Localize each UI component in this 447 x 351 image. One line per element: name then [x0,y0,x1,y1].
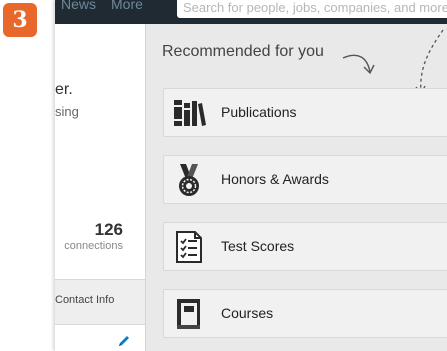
step-number-badge: 3 [3,3,37,37]
top-nav-bar: News More Search for people, jobs, compa… [55,0,447,24]
search-input[interactable]: Search for people, jobs, companies, and … [177,0,447,18]
books-icon [174,100,206,126]
linkedin-profile-screen: News More Search for people, jobs, compa… [55,0,447,351]
profile-headline: sing [55,104,79,119]
recommended-item-courses[interactable]: Courses [163,289,447,338]
connections-count[interactable]: 126 [95,220,123,240]
connections-label: connections [64,240,123,252]
profile-name: er. [55,81,73,98]
nav-more-link[interactable]: More [111,0,143,12]
search-placeholder: Search for people, jobs, companies, and … [183,0,447,15]
publications-label: Publications [221,104,297,120]
courses-label: Courses [221,305,274,321]
book-icon [177,299,200,329]
recommended-item-publications[interactable]: Publications [163,88,447,137]
profile-card: er. sing 126 connections Contact Info [55,24,146,351]
recommended-heading: Recommended for you [162,43,324,60]
checklist-icon [176,231,202,263]
honors-awards-label: Honors & Awards [221,171,329,187]
contact-info-label: Contact Info [55,294,115,306]
test-scores-label: Test Scores [221,238,295,254]
recommended-item-test-scores[interactable]: Test Scores [163,222,447,271]
contact-info-button[interactable]: Contact Info [55,279,145,325]
nav-news-link[interactable]: News [61,0,96,12]
recommended-item-honors-awards[interactable]: Honors & Awards [163,155,447,204]
pencil-edit-icon[interactable] [117,334,131,348]
medal-icon [179,164,199,196]
